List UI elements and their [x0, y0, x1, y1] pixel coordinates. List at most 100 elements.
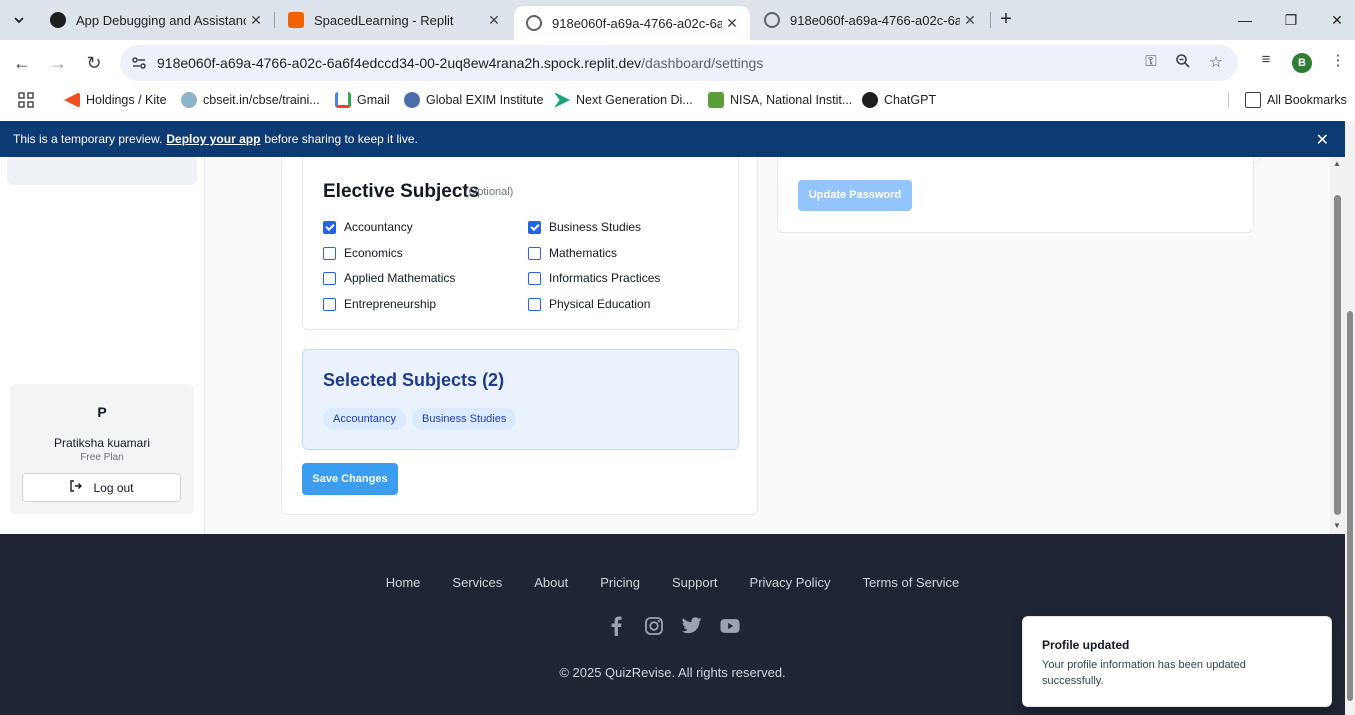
scrollbar-thumb[interactable] [1334, 195, 1341, 515]
logout-label: Log out [93, 480, 134, 495]
banner-text-suffix: before sharing to keep it live. [264, 132, 418, 146]
logout-button[interactable]: Log out [22, 473, 181, 502]
update-password-button[interactable]: Update Password [798, 180, 912, 211]
sidebar-item-profile[interactable] [7, 157, 197, 185]
tab-search-icon[interactable] [6, 7, 32, 33]
minimize-icon[interactable]: — [1222, 0, 1268, 40]
checkbox-icon[interactable] [528, 271, 541, 285]
instagram-icon[interactable] [644, 616, 664, 636]
chatgpt-icon [862, 92, 878, 108]
tab-close-icon[interactable]: ✕ [960, 12, 980, 29]
checkbox-label: Mathematics [549, 246, 618, 260]
site-info-icon[interactable] [130, 54, 148, 72]
bookmark-holdings-kite[interactable]: Holdings / Kite [64, 91, 167, 109]
bookmark-star-icon[interactable]: ☆ [1206, 53, 1226, 73]
globe-favicon-icon [526, 15, 542, 31]
footer-link-terms[interactable]: Terms of Service [862, 575, 959, 590]
zoom-icon[interactable] [1173, 53, 1193, 73]
facebook-icon[interactable] [606, 616, 626, 636]
arrow-brand-icon [554, 92, 570, 108]
replit-favicon-icon [288, 12, 304, 28]
address-bar[interactable]: 918e060f-a69a-4766-a02c-6a6f4edccd34-00-… [120, 45, 1238, 81]
banner-text: This is a temporary preview. [13, 132, 163, 146]
footer-link-privacy[interactable]: Privacy Policy [750, 575, 831, 590]
bookmark-label: cbseit.in/cbse/traini... [203, 93, 320, 107]
restore-icon[interactable]: ❐ [1268, 0, 1314, 40]
bookmark-gmail[interactable]: Gmail [335, 91, 390, 109]
banner-close-icon[interactable]: ✕ [1316, 130, 1329, 150]
bookmark-nisa[interactable]: NISA, National Instit... [708, 91, 852, 109]
checkbox-icon[interactable] [323, 246, 336, 260]
checkbox-mathematics[interactable]: Mathematics [528, 246, 617, 260]
all-bookmarks[interactable]: All Bookmarks [1245, 91, 1347, 109]
scroll-down-icon[interactable]: ▼ [1333, 521, 1341, 530]
user-plan: Free Plan [80, 452, 124, 463]
media-controls-icon[interactable]: ≡ [1254, 51, 1278, 75]
checkbox-checked-icon[interactable] [528, 220, 541, 234]
tab-spacedlearning[interactable]: SpacedLearning - Replit ✕ [276, 0, 512, 40]
checkbox-icon[interactable] [323, 271, 336, 285]
elective-title: Elective Subjects [323, 181, 480, 202]
footer-link-services[interactable]: Services [452, 575, 502, 590]
selected-subjects-section: Selected Subjects (2) Accountancy Busine… [302, 349, 739, 450]
checkbox-applied-mathematics[interactable]: Applied Mathematics [323, 271, 455, 285]
bookmarks-bar: Holdings / Kite cbseit.in/cbse/traini...… [0, 86, 1355, 114]
page-scrollbar-thumb[interactable] [1347, 311, 1353, 701]
scroll-up-icon[interactable]: ▲ [1333, 159, 1341, 168]
checkbox-checked-icon[interactable] [323, 220, 336, 234]
bookmark-label: Gmail [357, 93, 390, 107]
checkbox-business-studies[interactable]: Business Studies [528, 220, 641, 234]
checkbox-icon[interactable] [528, 246, 541, 260]
bookmark-label: ChatGPT [884, 93, 937, 107]
checkbox-entrepreneurship[interactable]: Entrepreneurship [323, 297, 436, 311]
bookmark-separator [1228, 92, 1229, 108]
footer-link-about[interactable]: About [534, 575, 568, 590]
url-text: 918e060f-a69a-4766-a02c-6a6f4edccd34-00-… [157, 55, 763, 71]
bookmark-cbseit[interactable]: cbseit.in/cbse/traini... [181, 91, 320, 109]
twitter-icon[interactable] [681, 616, 702, 636]
footer-link-home[interactable]: Home [386, 575, 421, 590]
tab-title: SpacedLearning - Replit [314, 12, 454, 28]
forward-icon[interactable]: → [43, 48, 73, 78]
checkbox-accountancy[interactable]: Accountancy [323, 220, 413, 234]
new-tab-icon[interactable]: + [994, 8, 1018, 32]
checkbox-icon[interactable] [528, 297, 541, 311]
tab-close-icon[interactable]: ✕ [484, 12, 504, 29]
window-close-icon[interactable]: ✕ [1314, 0, 1355, 40]
checkbox-icon[interactable] [323, 297, 336, 311]
footer-links: Home Services About Pricing Support Priv… [0, 575, 1345, 590]
bookmark-next-generation[interactable]: Next Generation Di... [554, 91, 693, 109]
checkbox-informatics-practices[interactable]: Informatics Practices [528, 271, 660, 285]
content-scrollbar[interactable]: ▲ ▼ [1330, 157, 1345, 534]
checkbox-label: Business Studies [549, 220, 642, 234]
bookmark-chatgpt[interactable]: ChatGPT [862, 91, 936, 109]
logout-icon [69, 479, 83, 496]
tab-active-preview[interactable]: 918e060f-a69a-4766-a02c-6a6f ✕ [514, 6, 750, 40]
tab-preview-2[interactable]: 918e060f-a69a-4766-a02c-6a6f ✕ [752, 0, 988, 40]
reload-icon[interactable]: ↻ [79, 48, 109, 78]
page-scrollbar[interactable] [1345, 121, 1355, 715]
subject-chip: Accountancy [323, 408, 406, 430]
profile-avatar[interactable]: B [1292, 53, 1312, 73]
apps-grid-icon[interactable] [18, 91, 34, 109]
checkbox-economics[interactable]: Economics [323, 246, 403, 260]
tab-title: App Debugging and Assistance [76, 12, 246, 28]
tab-close-icon[interactable]: ✕ [722, 15, 742, 32]
bookmark-global-exim[interactable]: Global EXIM Institute [404, 91, 543, 109]
exim-icon [404, 92, 420, 108]
tab-close-icon[interactable]: ✕ [246, 12, 266, 29]
youtube-icon[interactable] [719, 616, 740, 636]
preview-banner: This is a temporary preview. Deploy your… [0, 121, 1345, 157]
password-key-icon[interactable]: ⚿ [1141, 53, 1161, 73]
deploy-link[interactable]: Deploy your app [166, 132, 260, 146]
checkbox-physical-education[interactable]: Physical Education [528, 297, 650, 311]
footer-link-pricing[interactable]: Pricing [600, 575, 640, 590]
password-card: Update Password [777, 157, 1254, 233]
back-icon[interactable]: ← [7, 48, 37, 78]
footer-link-support[interactable]: Support [672, 575, 718, 590]
tab-app-debugging[interactable]: App Debugging and Assistance ✕ [38, 0, 274, 40]
save-changes-button[interactable]: Save Changes [302, 463, 398, 495]
selected-chips: Accountancy Business Studies [323, 408, 517, 430]
menu-kebab-icon[interactable]: ⋮ [1326, 51, 1350, 75]
cbse-icon [181, 92, 197, 108]
